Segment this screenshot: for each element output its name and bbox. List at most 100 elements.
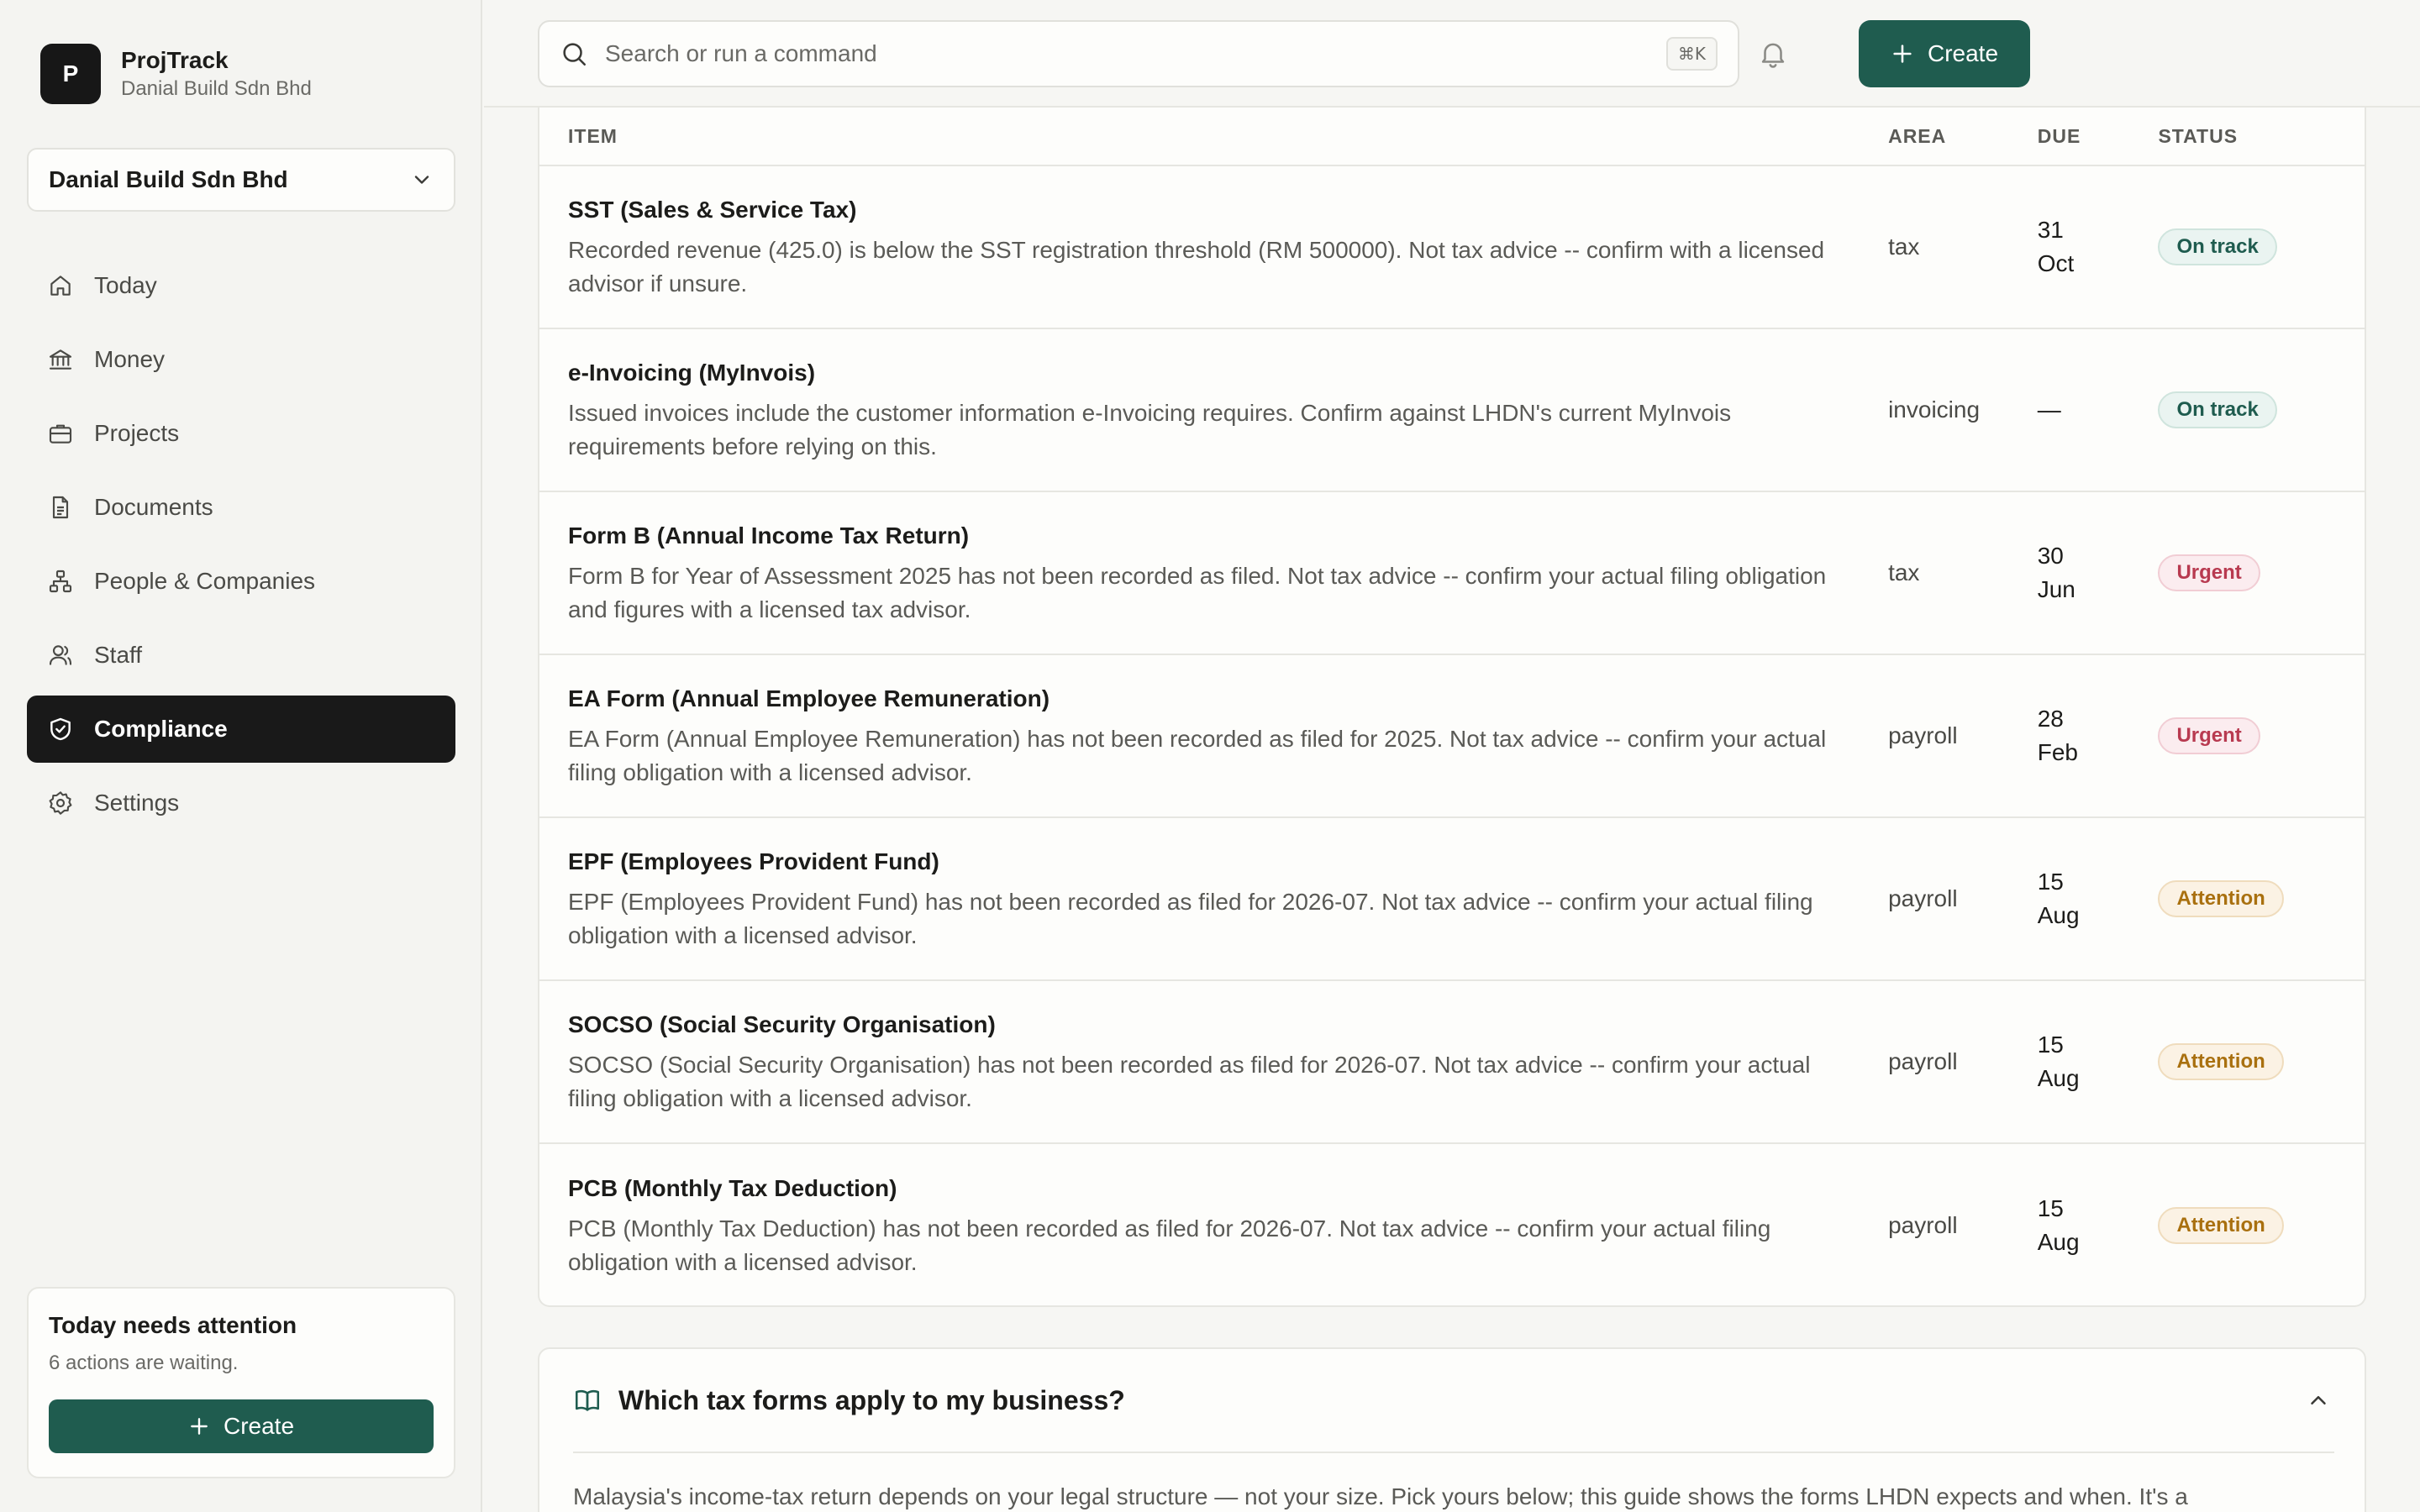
- attention-card: Today needs attention 6 actions are wait…: [27, 1287, 455, 1478]
- item-title: Form B (Annual Income Tax Return): [568, 522, 970, 549]
- document-icon: [52, 496, 69, 519]
- sidebar-item-label: Today: [94, 272, 157, 298]
- column-header-status: STATUS: [2158, 124, 2238, 147]
- sidebar-nav: Today Money Projects Documents People & …: [27, 252, 455, 843]
- guide-body: Malaysia's income-tax return depends on …: [573, 1483, 2188, 1509]
- brand-text: ProjTrack Danial Build Sdn Bhd: [121, 45, 312, 102]
- chevron-down-icon: [414, 176, 429, 184]
- item-title: EA Form (Annual Employee Remuneration): [568, 685, 1050, 711]
- sidebar-item-staff[interactable]: Staff: [27, 622, 455, 689]
- search-input[interactable]: [605, 40, 1666, 67]
- attention-create-label: Create: [223, 1413, 295, 1439]
- item-description: EA Form (Annual Employee Remuneration) h…: [568, 726, 1827, 785]
- gear-icon: [49, 791, 72, 815]
- area-cell: payroll: [1888, 1212, 1958, 1238]
- brand[interactable]: P ProjTrack Danial Build Sdn Bhd: [40, 44, 312, 104]
- item-description: PCB (Monthly Tax Deduction) has not been…: [568, 1215, 1771, 1275]
- item-description: Form B for Year of Assessment 2025 has n…: [568, 563, 1827, 622]
- item-description: SOCSO (Social Security Organisation) has…: [568, 1052, 1811, 1111]
- guide-title: Which tax forms apply to my business?: [618, 1384, 1125, 1415]
- sidebar-item-label: Money: [94, 346, 166, 372]
- item-description: Recorded revenue (425.0) is below the SS…: [568, 237, 1825, 297]
- users-icon: [49, 645, 72, 665]
- status-badge: Urgent: [2158, 717, 2260, 754]
- item-description: Issued invoices include the customer inf…: [568, 400, 1732, 459]
- area-cell: payroll: [1888, 1048, 1958, 1074]
- search-icon: [563, 43, 587, 66]
- organization-select[interactable]: Danial Build Sdn Bhd: [27, 148, 455, 212]
- status-badge: On track: [2158, 391, 2277, 428]
- table-row[interactable]: e-Invoicing (MyInvois) Issued invoices i…: [539, 329, 2365, 492]
- create-button[interactable]: Create: [1859, 20, 2030, 87]
- area-cell: invoicing: [1888, 396, 1981, 423]
- shortcut-hint: ⌘K: [1665, 37, 1718, 71]
- table-row[interactable]: PCB (Monthly Tax Deduction) PCB (Monthly…: [539, 1144, 2365, 1305]
- item-description: EPF (Employees Provident Fund) has not b…: [568, 889, 1813, 948]
- table-row[interactable]: SST (Sales & Service Tax) Recorded reven…: [539, 166, 2365, 329]
- area-cell: tax: [1888, 559, 1920, 585]
- shield-check-icon: [50, 717, 71, 741]
- table-row[interactable]: EPF (Employees Provident Fund) EPF (Empl…: [539, 818, 2365, 981]
- plus-icon: [1893, 45, 1912, 63]
- item-cell: Form B (Annual Income Tax Return) Form B…: [539, 519, 1888, 627]
- table-row[interactable]: SOCSO (Social Security Organisation) SOC…: [539, 981, 2365, 1144]
- book-open-icon: [575, 1389, 600, 1411]
- sidebar: P ProjTrack Danial Build Sdn Bhd Danial …: [0, 0, 482, 1512]
- attention-create-button[interactable]: Create: [49, 1399, 434, 1453]
- command-search[interactable]: ⌘K: [538, 20, 1739, 87]
- tax-forms-guide: Which tax forms apply to my business? Ma…: [538, 1347, 2366, 1512]
- table-row[interactable]: Form B (Annual Income Tax Return) Form B…: [539, 492, 2365, 655]
- attention-subtitle: 6 actions are waiting.: [49, 1352, 239, 1374]
- plus-icon: [191, 1418, 208, 1435]
- status-badge: Attention: [2158, 1043, 2284, 1080]
- attention-title: Today needs attention: [49, 1312, 297, 1338]
- brand-logo: P: [40, 44, 101, 104]
- bank-icon: [49, 349, 72, 370]
- sidebar-item-label: Documents: [94, 494, 213, 520]
- top-bar: ⌘K Create: [484, 0, 2420, 108]
- bell-icon: [1761, 43, 1785, 68]
- item-cell: SST (Sales & Service Tax) Recorded reven…: [539, 193, 1888, 301]
- create-button-label: Create: [1927, 40, 1999, 66]
- due-cell: 31 Oct: [2037, 217, 2075, 276]
- item-cell: SOCSO (Social Security Organisation) SOC…: [539, 1008, 1888, 1116]
- item-title: e-Invoicing (MyInvois): [568, 360, 816, 386]
- status-badge: Attention: [2158, 1207, 2284, 1244]
- sidebar-item-label: People & Companies: [94, 568, 316, 594]
- home-icon: [50, 276, 71, 296]
- brand-name: ProjTrack: [121, 47, 229, 73]
- item-title: PCB (Monthly Tax Deduction): [568, 1175, 897, 1201]
- status-badge: Attention: [2158, 880, 2284, 917]
- sidebar-item-documents[interactable]: Documents: [27, 474, 455, 541]
- briefcase-icon: [49, 424, 72, 444]
- guide-toggle[interactable]: Which tax forms apply to my business?: [573, 1349, 2334, 1453]
- item-title: EPF (Employees Provident Fund): [568, 848, 939, 874]
- column-header-area: AREA: [1888, 124, 1947, 147]
- sidebar-item-people-companies[interactable]: People & Companies: [27, 548, 455, 615]
- sidebar-item-projects[interactable]: Projects: [27, 400, 455, 467]
- status-badge: On track: [2158, 228, 2277, 265]
- due-cell: 15 Aug: [2037, 1195, 2080, 1255]
- item-title: SST (Sales & Service Tax): [568, 197, 857, 223]
- due-cell: 28 Feb: [2037, 706, 2078, 765]
- area-cell: tax: [1888, 234, 1920, 260]
- sidebar-item-label: Compliance: [94, 716, 228, 742]
- sidebar-item-label: Settings: [94, 790, 180, 816]
- due-cell: 30 Jun: [2037, 543, 2075, 602]
- compliance-table: ITEM AREA DUE STATUS SST (Sales & Servic…: [538, 108, 2366, 1307]
- sidebar-item-settings[interactable]: Settings: [27, 769, 455, 837]
- sidebar-item-today[interactable]: Today: [27, 252, 455, 319]
- due-cell: 15 Aug: [2037, 869, 2080, 928]
- sidebar-item-money[interactable]: Money: [27, 326, 455, 393]
- item-title: SOCSO (Social Security Organisation): [568, 1011, 996, 1037]
- sidebar-item-compliance[interactable]: Compliance: [27, 696, 455, 763]
- table-row[interactable]: EA Form (Annual Employee Remuneration) E…: [539, 655, 2365, 818]
- item-cell: PCB (Monthly Tax Deduction) PCB (Monthly…: [539, 1172, 1888, 1279]
- column-header-item: ITEM: [568, 124, 618, 147]
- sidebar-item-label: Projects: [94, 420, 180, 446]
- notifications-button[interactable]: [1753, 34, 1793, 74]
- chevron-up-icon: [2311, 1396, 2326, 1404]
- sidebar-item-label: Staff: [94, 642, 143, 668]
- area-cell: payroll: [1888, 722, 1958, 748]
- column-header-due: DUE: [2037, 124, 2081, 147]
